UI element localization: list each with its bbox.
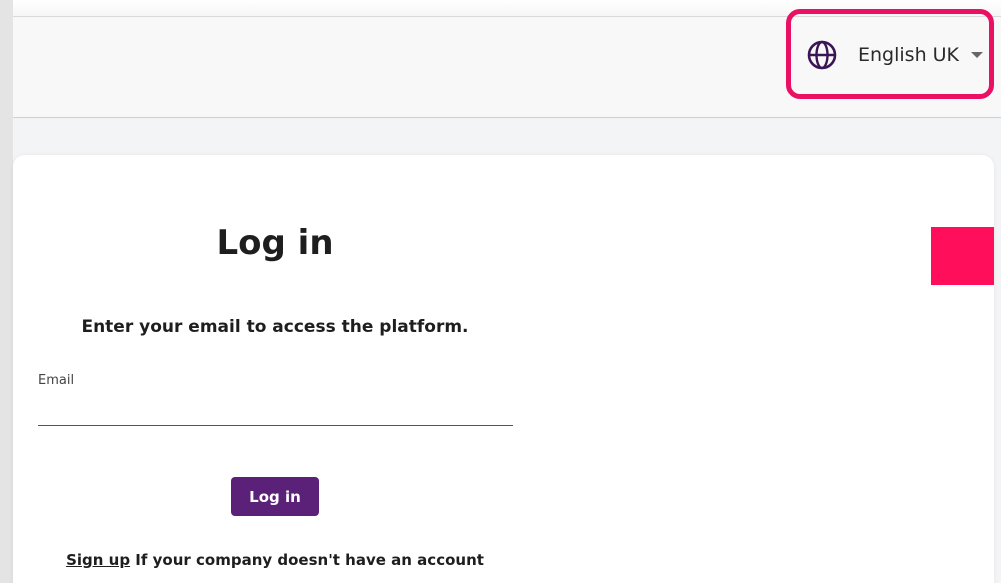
signup-text: If your company doesn't have an account [135, 551, 484, 569]
window-left-edge [0, 0, 13, 583]
signup-link[interactable]: Sign up [66, 551, 130, 569]
email-label: Email [38, 373, 75, 388]
email-field[interactable] [38, 393, 513, 426]
login-button[interactable]: Log in [231, 477, 319, 516]
login-card: Log in Enter your email to access the pl… [13, 155, 994, 583]
globe-icon [806, 39, 838, 71]
language-selector[interactable]: English UK [806, 35, 984, 75]
top-header: English UK [13, 9, 1001, 118]
browser-viewport: English UK Log in Enter your email to ac… [0, 0, 1001, 583]
signup-line: Sign up If your company doesn't have an … [13, 551, 537, 569]
page-title: Log in [216, 223, 334, 263]
chevron-down-icon [971, 52, 984, 58]
login-page: English UK Log in Enter your email to ac… [13, 9, 1001, 583]
login-instructions: Enter your email to access the platform. [81, 317, 469, 337]
brand-accent-block [931, 227, 994, 285]
language-label: English UK [858, 44, 960, 66]
